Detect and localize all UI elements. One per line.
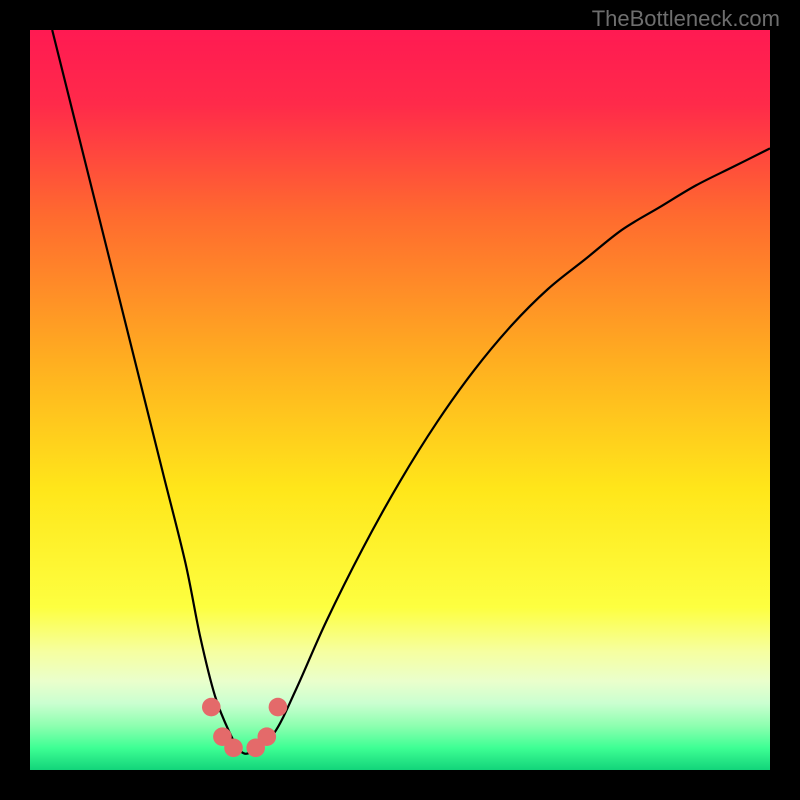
curve-marker [269,698,288,717]
marker-group [202,698,287,757]
bottleneck-curve [52,30,770,754]
chart-frame [30,30,770,770]
curve-layer [30,30,770,770]
curve-marker [258,727,277,746]
curve-marker [224,739,243,758]
curve-marker [202,698,221,717]
watermark-text: TheBottleneck.com [592,6,780,32]
